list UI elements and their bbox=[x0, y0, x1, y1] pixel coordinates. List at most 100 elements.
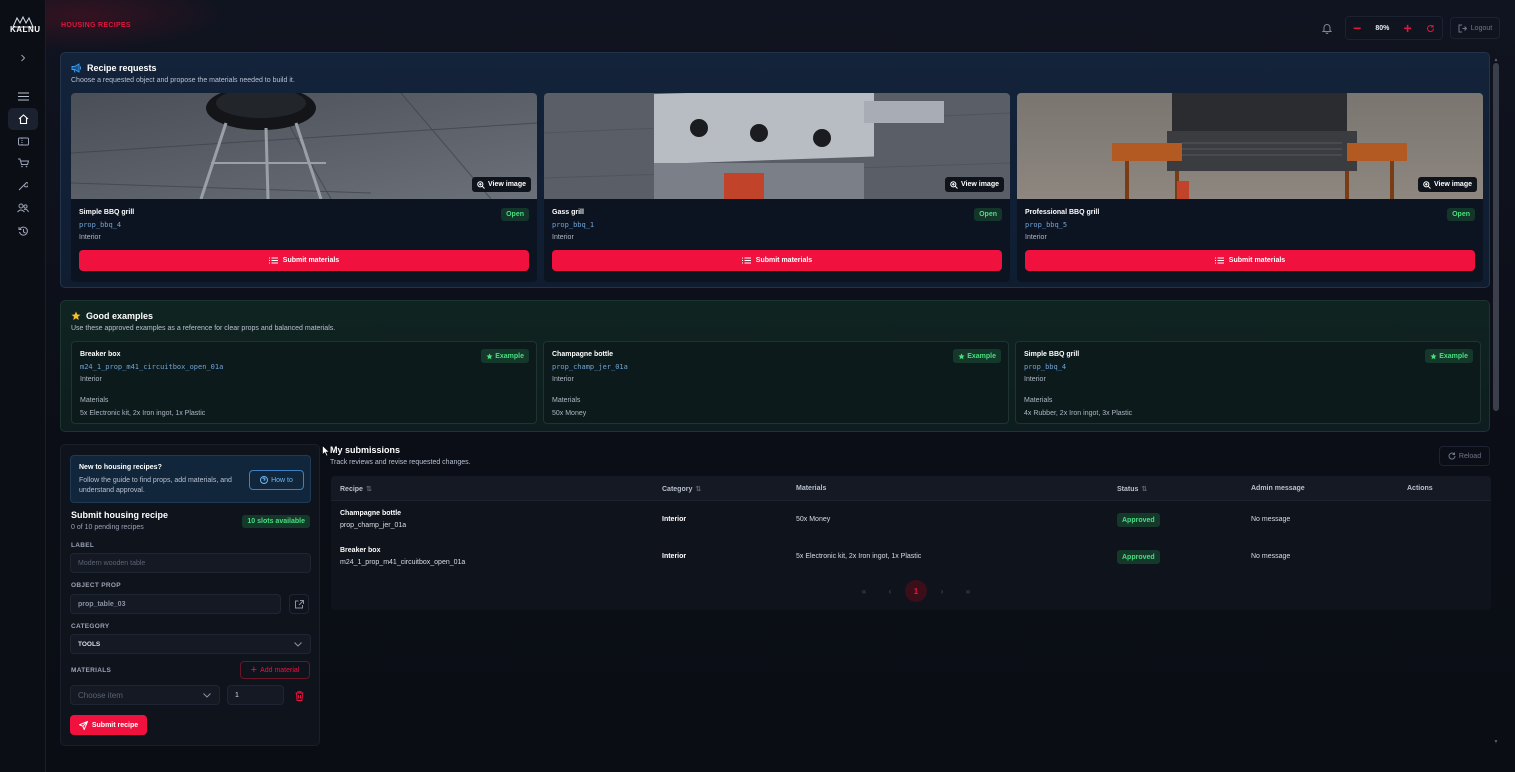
view-image-label: View image bbox=[487, 181, 526, 188]
zoom-in-icon bbox=[950, 180, 958, 189]
logout-button[interactable]: Logout bbox=[1450, 17, 1500, 39]
users-icon[interactable] bbox=[11, 198, 35, 218]
material-item-placeholder: Choose item bbox=[78, 690, 123, 700]
column-recipe[interactable]: Recipe ⇅ bbox=[340, 485, 372, 493]
category-value: TOOLS bbox=[78, 640, 101, 648]
row-admin-message: No message bbox=[1251, 516, 1291, 523]
help-box: New to housing recipes? Follow the guide… bbox=[70, 455, 311, 503]
logout-icon bbox=[1458, 24, 1467, 32]
submit-materials-label: Submit materials bbox=[282, 257, 340, 264]
example-category: Interior bbox=[1024, 376, 1046, 383]
remove-material-button[interactable] bbox=[295, 688, 304, 706]
reload-button[interactable]: Reload bbox=[1439, 446, 1490, 466]
app-logo[interactable]: KALNU bbox=[10, 15, 41, 39]
example-badge-label: Example bbox=[1439, 352, 1468, 360]
form-title: Submit housing recipe bbox=[71, 510, 169, 520]
column-actions: Actions bbox=[1407, 485, 1433, 492]
submit-materials-button[interactable]: Submit materials bbox=[79, 250, 529, 271]
ticket-icon[interactable] bbox=[11, 131, 35, 151]
submissions-title: My submissions bbox=[330, 445, 401, 455]
request-image[interactable]: View image bbox=[544, 93, 1010, 199]
sort-icon: ⇅ bbox=[695, 486, 702, 493]
material-quantity-input[interactable]: 1 bbox=[227, 685, 284, 705]
notifications-bell-icon[interactable] bbox=[1321, 21, 1333, 39]
zoom-out-button[interactable]: − bbox=[1353, 21, 1361, 35]
help-circle-icon bbox=[260, 476, 269, 484]
plus-icon: + bbox=[250, 664, 258, 676]
column-status[interactable]: Status ⇅ bbox=[1117, 485, 1147, 493]
how-to-label: How to bbox=[271, 476, 293, 484]
add-material-button[interactable]: + Add material bbox=[240, 661, 310, 679]
request-name: Simple BBQ grill bbox=[79, 209, 135, 216]
pagination: « ‹ 1 › » bbox=[851, 580, 981, 602]
logo-text: KALNU bbox=[10, 25, 41, 34]
example-prop: prop_champ_jer_01a bbox=[552, 363, 628, 371]
star-icon bbox=[71, 311, 81, 320]
expand-sidebar-icon[interactable] bbox=[11, 48, 35, 68]
example-materials-label: Materials bbox=[80, 397, 109, 404]
next-page-icon[interactable]: › bbox=[929, 581, 955, 601]
star-icon bbox=[1430, 352, 1437, 359]
view-image-button[interactable]: View image bbox=[471, 177, 531, 192]
list-icon bbox=[1214, 257, 1224, 264]
submit-materials-button[interactable]: Submit materials bbox=[552, 250, 1002, 271]
how-to-button[interactable]: How to bbox=[249, 470, 304, 490]
recipe-requests-subtitle: Choose a requested object and propose th… bbox=[71, 77, 295, 84]
recipe-requests-title: Recipe requests bbox=[71, 63, 157, 73]
request-image[interactable]: View image bbox=[1017, 93, 1483, 199]
request-card: View image Professional BBQ grill prop_b… bbox=[1017, 93, 1483, 282]
reload-label: Reload bbox=[1458, 452, 1482, 460]
view-image-button[interactable]: View image bbox=[1417, 177, 1477, 192]
current-page[interactable]: 1 bbox=[905, 580, 927, 602]
example-badge: Example bbox=[481, 349, 529, 363]
wrench-icon[interactable] bbox=[11, 176, 35, 196]
zoom-in-button[interactable]: + bbox=[1404, 21, 1412, 35]
example-card: Champagne bottle prop_champ_jer_01a Inte… bbox=[543, 341, 1009, 424]
submissions-table: Recipe ⇅ Category ⇅ Materials Status ⇅ Admi… bbox=[331, 476, 1491, 610]
pending-count: 0 of 10 pending recipes bbox=[71, 524, 144, 531]
view-image-button[interactable]: View image bbox=[944, 177, 1004, 192]
list-icon[interactable] bbox=[11, 86, 35, 106]
example-name: Simple BBQ grill bbox=[1024, 351, 1080, 358]
sort-icon: ⇅ bbox=[365, 486, 372, 493]
star-icon bbox=[958, 352, 965, 359]
submit-materials-button[interactable]: Submit materials bbox=[1025, 250, 1475, 271]
scroll-down-icon[interactable]: ▼ bbox=[1493, 739, 1499, 745]
request-category: Interior bbox=[552, 234, 574, 241]
example-badge-label: Example bbox=[495, 352, 524, 360]
example-badge-label: Example bbox=[967, 352, 996, 360]
home-icon[interactable] bbox=[8, 108, 38, 130]
first-page-icon[interactable]: « bbox=[851, 581, 877, 601]
example-category: Interior bbox=[80, 376, 102, 383]
object-prop-input[interactable]: prop_table_03 bbox=[70, 594, 281, 614]
submissions-subtitle: Track reviews and revise requested chang… bbox=[330, 459, 471, 466]
prev-page-icon[interactable]: ‹ bbox=[877, 581, 903, 601]
recipe-requests-heading: Recipe requests bbox=[87, 63, 157, 73]
scrollbar-thumb[interactable] bbox=[1493, 63, 1499, 411]
material-item-select[interactable]: Choose item bbox=[70, 685, 220, 705]
row-admin-message: No message bbox=[1251, 553, 1291, 560]
row-category: Interior bbox=[662, 516, 687, 523]
history-icon[interactable] bbox=[11, 221, 35, 241]
status-badge: Approved bbox=[1117, 550, 1160, 564]
request-image[interactable]: View image bbox=[71, 93, 537, 199]
recipe-requests-panel: Recipe requests Choose a requested objec… bbox=[60, 52, 1490, 288]
last-page-icon[interactable]: » bbox=[955, 581, 981, 601]
submit-recipe-button[interactable]: Submit recipe bbox=[70, 715, 147, 735]
status-badge: Open bbox=[1447, 208, 1475, 221]
table-header: Recipe ⇅ Category ⇅ Materials Status ⇅ Admi… bbox=[331, 476, 1491, 501]
app-root: KALNU HOUSING RECIPES − 80% + Logout Rec… bbox=[0, 0, 1515, 772]
zoom-control: − 80% + bbox=[1345, 16, 1443, 40]
zoom-reset-icon[interactable] bbox=[1426, 24, 1435, 33]
view-image-label: View image bbox=[1433, 181, 1472, 188]
open-prop-browser-button[interactable] bbox=[289, 594, 309, 614]
cart-icon[interactable] bbox=[11, 153, 35, 173]
object-prop-label: OBJECT PROP bbox=[71, 582, 121, 589]
good-examples-heading: Good examples bbox=[86, 311, 154, 321]
column-category[interactable]: Category ⇅ bbox=[662, 485, 701, 493]
category-select[interactable]: TOOLS bbox=[70, 634, 311, 654]
label-input[interactable]: Modern wooden table bbox=[70, 553, 311, 573]
page-title: HOUSING RECIPES bbox=[61, 22, 131, 29]
row-recipe-name: Champagne bottle bbox=[340, 510, 402, 517]
category-label: CATEGORY bbox=[71, 623, 110, 630]
